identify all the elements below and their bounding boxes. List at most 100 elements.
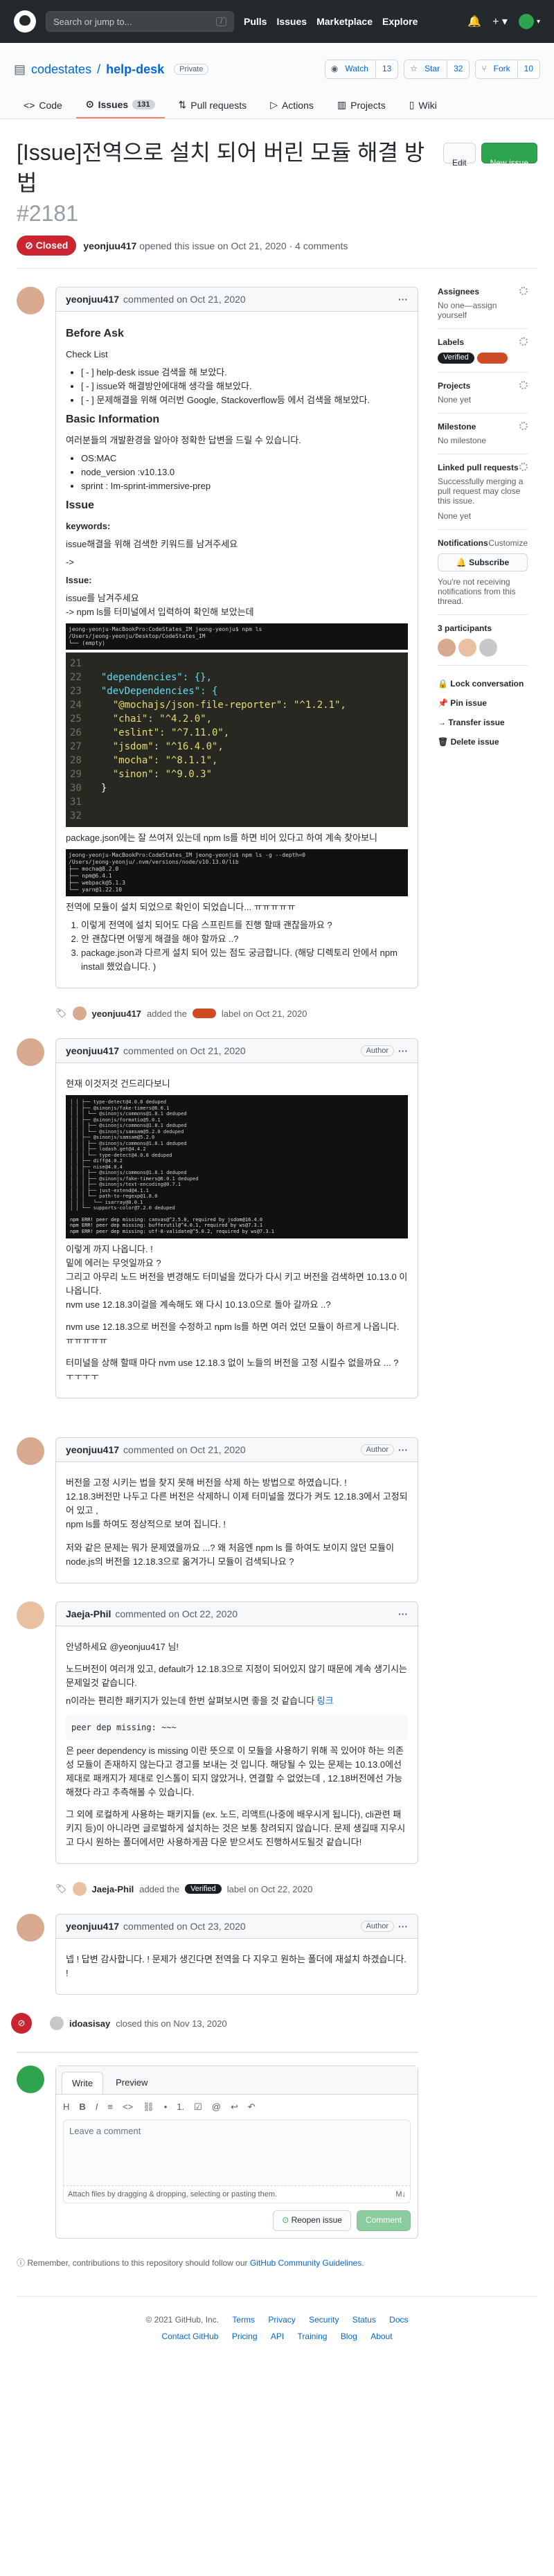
lock-conversation-button[interactable]: 🔒 Lock conversation bbox=[438, 674, 528, 693]
footer-link[interactable]: Docs bbox=[389, 2315, 408, 2325]
label-badge[interactable] bbox=[192, 1009, 216, 1018]
mention-icon[interactable]: @ bbox=[212, 2102, 221, 2113]
label-verified[interactable]: Verified bbox=[438, 353, 474, 364]
kebab-menu-icon[interactable]: ··· bbox=[398, 1608, 408, 1619]
edit-button[interactable]: Edit bbox=[443, 143, 476, 168]
gear-icon[interactable] bbox=[519, 337, 528, 346]
code-icon[interactable]: <> bbox=[123, 2102, 133, 2113]
avatar[interactable] bbox=[72, 1006, 87, 1020]
nav-explore[interactable]: Explore bbox=[382, 16, 418, 27]
heading-icon[interactable]: H bbox=[63, 2102, 69, 2113]
pin-issue-button[interactable]: 📌 Pin issue bbox=[438, 693, 528, 713]
footer-link[interactable]: Privacy bbox=[268, 2315, 295, 2325]
gear-icon[interactable] bbox=[519, 422, 528, 430]
tab-wiki[interactable]: ▯ Wiki bbox=[400, 91, 447, 118]
footer-link[interactable]: API bbox=[271, 2331, 284, 2341]
subscribe-button[interactable]: 🔔 Subscribe bbox=[438, 553, 528, 571]
italic-icon[interactable]: I bbox=[96, 2102, 98, 2113]
avatar[interactable] bbox=[17, 1437, 44, 1465]
tab-pull-requests[interactable]: ⇅ Pull requests bbox=[169, 91, 257, 118]
nav-issues[interactable]: Issues bbox=[276, 16, 307, 27]
tab-code[interactable]: <> Code bbox=[14, 91, 72, 118]
transfer-issue-button[interactable]: → Transfer issue bbox=[438, 713, 528, 732]
avatar[interactable] bbox=[458, 639, 476, 657]
bold-icon[interactable]: B bbox=[79, 2102, 85, 2113]
quote-icon[interactable]: ≡ bbox=[107, 2102, 113, 2113]
tab-projects[interactable]: ▥ Projects bbox=[328, 91, 395, 118]
customize-link[interactable]: Customize bbox=[488, 538, 528, 548]
kebab-menu-icon[interactable]: ··· bbox=[398, 1444, 408, 1455]
avatar[interactable] bbox=[479, 639, 497, 657]
search-input[interactable]: Search or jump to... / bbox=[46, 11, 234, 32]
assign-yourself-link[interactable]: No one—assign yourself bbox=[438, 301, 528, 320]
kebab-menu-icon[interactable]: ··· bbox=[398, 1921, 408, 1932]
guidelines-link[interactable]: GitHub Community Guidelines. bbox=[250, 2258, 364, 2268]
numbered-list-icon[interactable]: 1. bbox=[177, 2102, 184, 2113]
plus-icon[interactable]: + ▾ bbox=[492, 15, 508, 28]
link-icon[interactable]: ⛓ bbox=[143, 2102, 154, 2113]
terminal-line: │ │ ├── @sinonjs/samsam@5.2.0 bbox=[70, 1135, 155, 1140]
reference-icon[interactable]: ↩ bbox=[231, 2102, 238, 2113]
gear-icon[interactable] bbox=[519, 287, 528, 295]
user-menu[interactable]: ▾ bbox=[518, 14, 540, 29]
gear-icon[interactable] bbox=[519, 381, 528, 389]
avatar[interactable] bbox=[50, 2016, 64, 2030]
issue-sidebar: Assignees No one—assign yourself Labels V… bbox=[438, 287, 528, 2268]
avatar[interactable] bbox=[438, 639, 456, 657]
attach-files-bar[interactable]: Attach files by dragging & dropping, sel… bbox=[63, 2186, 411, 2203]
code-icon: <> bbox=[24, 99, 35, 111]
label-badge[interactable]: Verified bbox=[185, 1884, 222, 1894]
comment-textarea[interactable]: Leave a comment bbox=[63, 2120, 411, 2186]
tab-issues[interactable]: ⊙ Issues 131 bbox=[75, 91, 165, 118]
comment-author[interactable]: yeonjuu417 bbox=[66, 1444, 119, 1455]
avatar[interactable] bbox=[17, 2066, 44, 2093]
repo-owner-link[interactable]: codestates bbox=[31, 62, 91, 77]
comment-author[interactable]: yeonjuu417 bbox=[66, 1921, 119, 1932]
avatar[interactable] bbox=[17, 287, 44, 314]
repo-name-link[interactable]: help-desk bbox=[106, 62, 164, 77]
avatar[interactable] bbox=[17, 1914, 44, 1942]
bullet-list-icon[interactable]: • bbox=[164, 2102, 168, 2113]
task-list-icon[interactable]: ☑ bbox=[194, 2102, 202, 2113]
fork-button[interactable]: ⑂ Fork 10 bbox=[475, 60, 540, 79]
footer-link[interactable]: Pricing bbox=[232, 2331, 258, 2341]
gear-icon[interactable] bbox=[519, 463, 528, 471]
new-issue-button[interactable]: New issue bbox=[481, 143, 537, 168]
star-icon: ☆ bbox=[410, 64, 418, 73]
avatar[interactable] bbox=[17, 1038, 44, 1066]
avatar[interactable] bbox=[72, 1882, 87, 1896]
footer-link[interactable]: Security bbox=[309, 2315, 339, 2325]
tab-preview[interactable]: Preview bbox=[106, 2072, 157, 2094]
label-badge[interactable] bbox=[476, 353, 508, 364]
kebab-menu-icon[interactable]: ··· bbox=[398, 294, 408, 305]
footer-link[interactable]: Blog bbox=[341, 2331, 357, 2341]
footer-link[interactable]: Status bbox=[352, 2315, 376, 2325]
footer-link[interactable]: Training bbox=[298, 2331, 328, 2341]
nav-marketplace[interactable]: Marketplace bbox=[316, 16, 373, 27]
nav-pulls[interactable]: Pulls bbox=[244, 16, 267, 27]
github-logo-icon[interactable] bbox=[14, 10, 36, 33]
terminal-screenshot: │ │ ├── type-detect@4.0.8 deduped │ │ ├──… bbox=[66, 1095, 408, 1238]
footer-link[interactable]: Terms bbox=[232, 2315, 255, 2325]
closed-event: ⊘ idoasisay closed this on Nov 13, 2020 bbox=[11, 2013, 418, 2034]
reply-icon[interactable]: ↶ bbox=[248, 2102, 256, 2113]
issue-author-link[interactable]: yeonjuu417 bbox=[83, 240, 136, 251]
bell-icon[interactable]: 🔔 bbox=[467, 15, 481, 28]
delete-issue-button[interactable]: 🗑 Delete issue bbox=[438, 732, 528, 752]
comment-author[interactable]: Jaeja-Phil bbox=[66, 1608, 111, 1619]
footer-link[interactable]: Contact GitHub bbox=[161, 2331, 218, 2341]
kebab-menu-icon[interactable]: ··· bbox=[398, 1045, 408, 1056]
comment-author[interactable]: yeonjuu417 bbox=[66, 1045, 119, 1056]
comment-button[interactable]: Comment bbox=[356, 2210, 411, 2231]
list-item: [ - ] 문제해결을 위해 여러번 Google, Stackoverflow… bbox=[81, 393, 408, 407]
tab-actions[interactable]: ▷ Actions bbox=[260, 91, 323, 118]
star-button[interactable]: ☆ Star 32 bbox=[404, 60, 470, 79]
footer-link[interactable]: About bbox=[370, 2331, 392, 2341]
tag-icon: 🏷 bbox=[55, 1883, 67, 1894]
package-link[interactable]: 링크 bbox=[317, 1696, 334, 1706]
watch-button[interactable]: ◉ Watch 13 bbox=[324, 60, 399, 79]
comment-author[interactable]: yeonjuu417 bbox=[66, 294, 119, 305]
tab-write[interactable]: Write bbox=[62, 2072, 104, 2094]
reopen-issue-button[interactable]: ⊙ Reopen issue bbox=[273, 2210, 351, 2231]
avatar[interactable] bbox=[17, 1601, 44, 1629]
